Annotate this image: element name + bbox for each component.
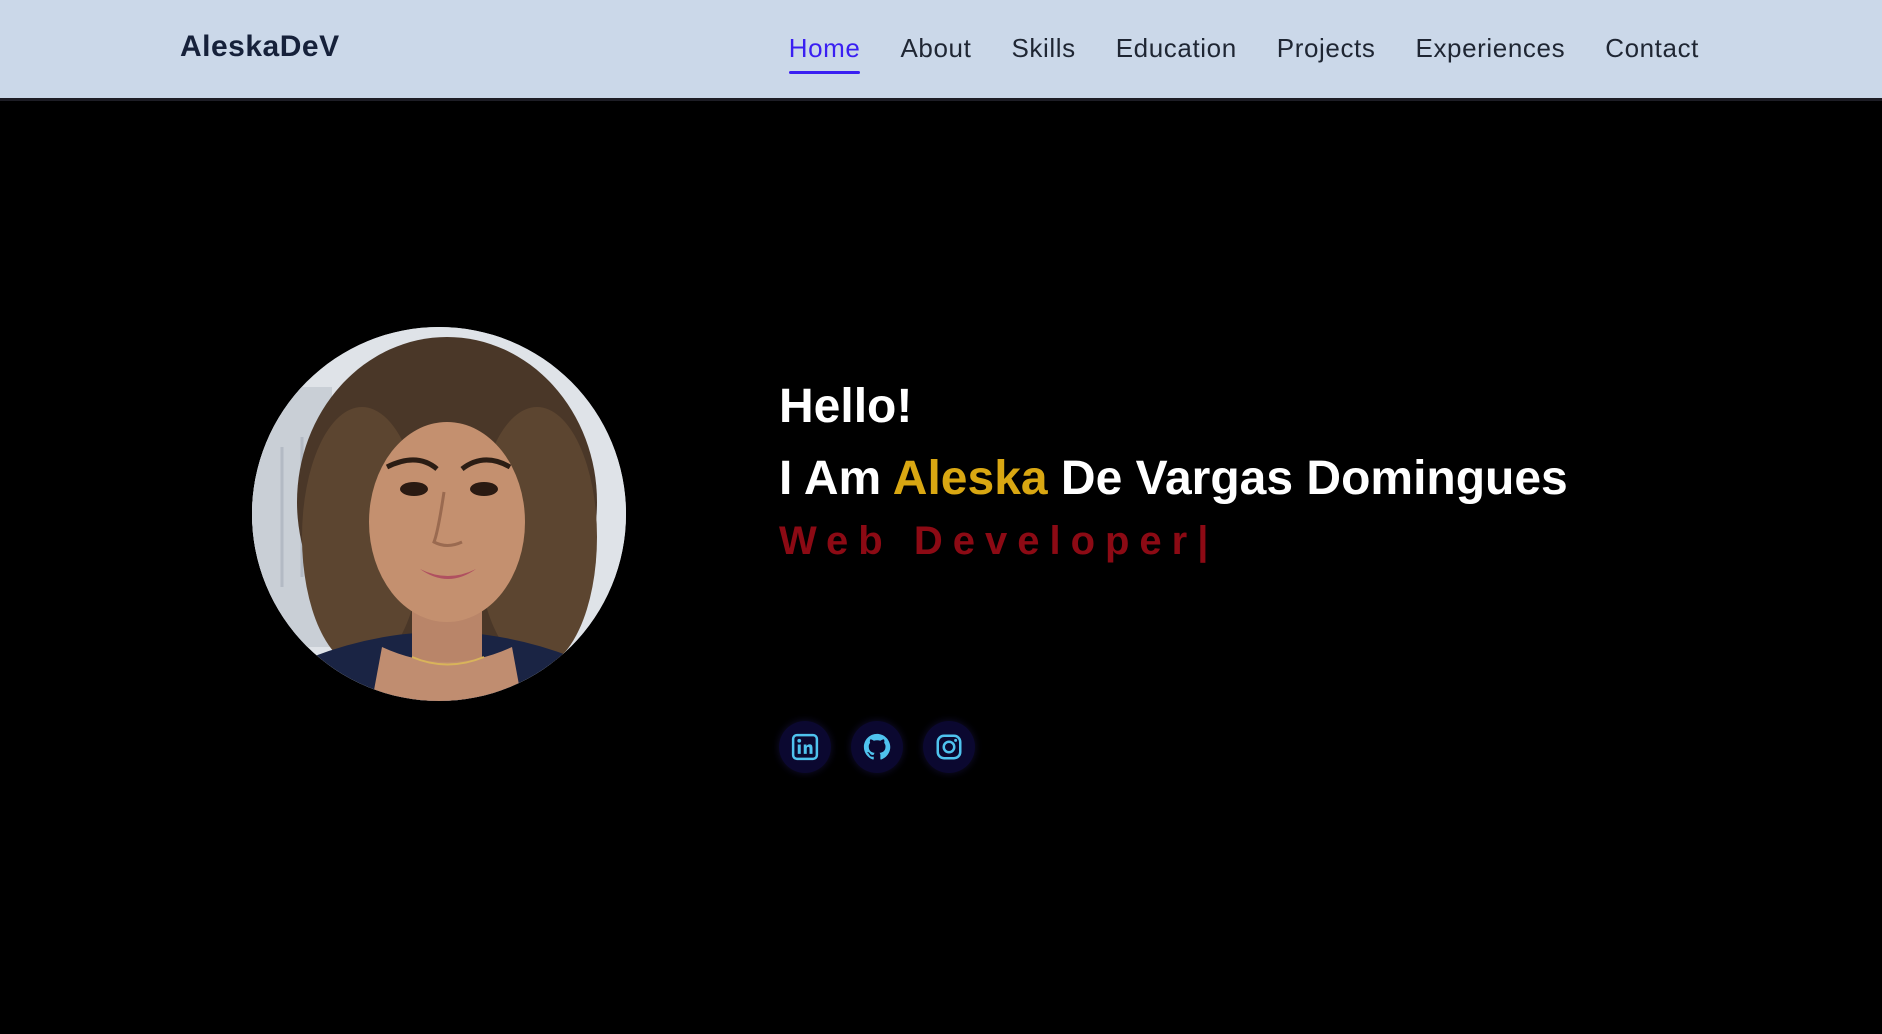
github-icon bbox=[863, 733, 891, 760]
intro-prefix: I Am bbox=[779, 452, 893, 505]
role-label: Web Developer bbox=[779, 519, 1198, 563]
last-name: De Vargas Domingues bbox=[1047, 452, 1568, 505]
profile-photo bbox=[252, 327, 626, 701]
typed-role-text: Web Developer| bbox=[779, 517, 1568, 565]
nav-link-about[interactable]: About bbox=[900, 33, 971, 74]
top-navbar: AleskaDeV Home About Skills Education Pr… bbox=[0, 0, 1882, 101]
greeting-heading: Hello! bbox=[779, 380, 913, 433]
nav-link-skills[interactable]: Skills bbox=[1011, 33, 1075, 74]
first-name-highlight: Aleska bbox=[892, 452, 1048, 505]
hero-text: Hello! I Am Aleska De Vargas Domingues W… bbox=[779, 377, 1568, 565]
instagram-link[interactable] bbox=[923, 721, 975, 773]
nav-link-experiences[interactable]: Experiences bbox=[1416, 33, 1566, 74]
social-links bbox=[779, 721, 975, 773]
nav-links: Home About Skills Education Projects Exp… bbox=[788, 33, 1699, 74]
github-link[interactable] bbox=[851, 721, 903, 773]
nav-link-projects[interactable]: Projects bbox=[1277, 33, 1376, 74]
linkedin-icon bbox=[791, 733, 819, 761]
linkedin-link[interactable] bbox=[779, 721, 831, 773]
nav-link-home[interactable]: Home bbox=[788, 33, 861, 74]
typing-cursor: | bbox=[1197, 519, 1209, 563]
intro-heading: I Am Aleska De Vargas Domingues bbox=[779, 449, 1568, 509]
nav-link-contact[interactable]: Contact bbox=[1605, 33, 1699, 74]
nav-link-education[interactable]: Education bbox=[1116, 33, 1237, 74]
instagram-icon bbox=[936, 734, 962, 760]
brand-logo[interactable]: AleskaDeV bbox=[180, 30, 340, 64]
